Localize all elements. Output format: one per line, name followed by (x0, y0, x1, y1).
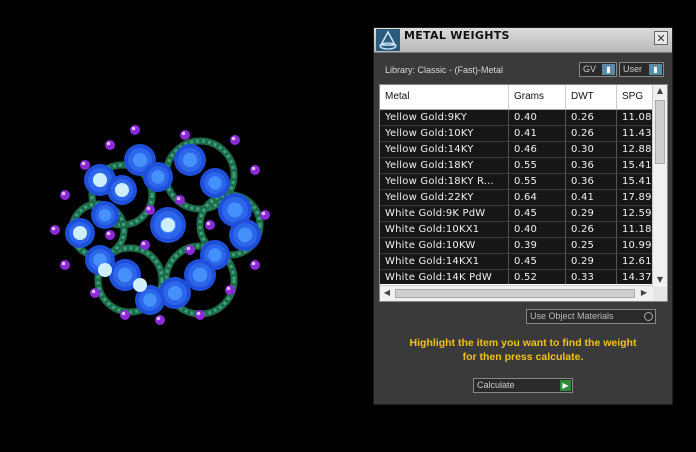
radio-toggle-icon[interactable] (644, 312, 653, 321)
table-row[interactable]: Yellow Gold:10KY 0.41 0.26 11.43 (380, 126, 653, 142)
column-header-grams[interactable]: Grams (509, 85, 566, 109)
cell-grams: 0.55 (509, 158, 566, 173)
cell-metal: Yellow Gold:9KY (380, 110, 509, 125)
3d-viewport[interactable] (0, 0, 372, 452)
column-header-dwt[interactable]: DWT (566, 85, 617, 109)
cell-metal: Yellow Gold:22KY (380, 190, 509, 205)
scale-icon (376, 29, 400, 51)
gv-dropdown-value: GV (583, 64, 597, 74)
use-object-materials-label: Use Object Materials (530, 311, 614, 321)
cell-dwt: 0.36 (566, 174, 617, 189)
cell-spg: 12.88 (617, 142, 653, 157)
cell-metal: White Gold:14K PdW (380, 270, 509, 284)
cell-metal: White Gold:14KX1 (380, 254, 509, 269)
cell-spg: 11.18 (617, 222, 653, 237)
cell-spg: 12.59 (617, 206, 653, 221)
cell-dwt: 0.26 (566, 222, 617, 237)
play-arrow-icon: ▶ (560, 380, 571, 391)
cell-dwt: 0.29 (566, 254, 617, 269)
close-button[interactable]: ✕ (654, 31, 668, 45)
cell-grams: 0.52 (509, 270, 566, 284)
cell-dwt: 0.41 (566, 190, 617, 205)
scrollbar-corner (653, 286, 667, 301)
scroll-right-icon[interactable]: ▶ (637, 288, 651, 297)
cell-spg: 17.89 (617, 190, 653, 205)
cell-grams: 0.46 (509, 142, 566, 157)
cell-spg: 11.08 (617, 110, 653, 125)
cell-grams: 0.45 (509, 254, 566, 269)
table-row[interactable]: White Gold:14KX1 0.45 0.29 12.61 (380, 254, 653, 270)
cell-metal: White Gold:9K PdW (380, 206, 509, 221)
table-row[interactable]: White Gold:10KW 0.39 0.25 10.99 (380, 238, 653, 254)
cell-dwt: 0.26 (566, 126, 617, 141)
cell-grams: 0.45 (509, 206, 566, 221)
vertical-scrollbar[interactable]: ▲ ▼ (652, 85, 667, 285)
table-body: Yellow Gold:9KY 0.40 0.26 11.08 Yellow Gold:… (380, 110, 653, 284)
cell-metal: Yellow Gold:18KY R... (380, 174, 509, 189)
cell-metal: White Gold:10KX1 (380, 222, 509, 237)
instruction-line-2: for then press calculate. (462, 351, 584, 363)
cell-grams: 0.41 (509, 126, 566, 141)
window-title: METAL WEIGHTS (404, 29, 510, 42)
table-row[interactable]: White Gold:9K PdW 0.45 0.29 12.59 (380, 206, 653, 222)
use-object-materials-option[interactable]: Use Object Materials (526, 309, 656, 324)
table-header: Metal Grams DWT SPG (380, 85, 653, 110)
cell-metal: Yellow Gold:10KY (380, 126, 509, 141)
scroll-down-icon[interactable]: ▼ (653, 275, 667, 284)
cell-grams: 0.40 (509, 222, 566, 237)
cell-spg: 10.99 (617, 238, 653, 253)
cell-grams: 0.55 (509, 174, 566, 189)
cell-spg: 12.61 (617, 254, 653, 269)
cell-metal: Yellow Gold:18KY (380, 158, 509, 173)
calculate-label: Calculate (477, 380, 515, 390)
table-row[interactable]: White Gold:10KX1 0.40 0.26 11.18 (380, 222, 653, 238)
scroll-left-icon[interactable]: ◀ (380, 288, 394, 297)
table-row[interactable]: Yellow Gold:9KY 0.40 0.26 11.08 (380, 110, 653, 126)
cell-dwt: 0.25 (566, 238, 617, 253)
cell-grams: 0.39 (509, 238, 566, 253)
instruction-text: Highlight the item you want to find the … (374, 336, 672, 364)
cell-metal: White Gold:10KW (380, 238, 509, 253)
metal-table: Metal Grams DWT SPG Yellow Gold:9KY 0.40 0… (379, 84, 668, 302)
vertical-scroll-thumb[interactable] (655, 100, 665, 164)
cell-spg: 15.41 (617, 158, 653, 173)
table-row[interactable]: Yellow Gold:18KY R... 0.55 0.36 15.41 (380, 174, 653, 190)
column-header-metal[interactable]: Metal (380, 85, 509, 109)
dropdown-toggle-icon: ▮ (602, 64, 615, 75)
table-row[interactable]: White Gold:14K PdW 0.52 0.33 14.37 (380, 270, 653, 284)
table-row[interactable]: Yellow Gold:18KY 0.55 0.36 15.41 (380, 158, 653, 174)
metal-weights-panel: METAL WEIGHTS ✕ Library: Classic - (Fast… (373, 27, 673, 405)
title-bar[interactable]: METAL WEIGHTS ✕ (374, 28, 672, 53)
table-row[interactable]: Yellow Gold:22KY 0.64 0.41 17.89 (380, 190, 653, 206)
horizontal-scroll-thumb[interactable] (395, 289, 635, 298)
cell-dwt: 0.29 (566, 206, 617, 221)
column-header-spg[interactable]: SPG (617, 85, 653, 109)
instruction-line-1: Highlight the item you want to find the … (409, 337, 637, 349)
jewelry-model-render (50, 125, 270, 325)
cell-dwt: 0.30 (566, 142, 617, 157)
table-row[interactable]: Yellow Gold:14KY 0.46 0.30 12.88 (380, 142, 653, 158)
cell-spg: 14.37 (617, 270, 653, 284)
cell-dwt: 0.33 (566, 270, 617, 284)
library-label: Library: Classic - (Fast)-Metal (385, 65, 504, 75)
scroll-up-icon[interactable]: ▲ (653, 86, 667, 95)
horizontal-scrollbar[interactable]: ◀ ▶ (380, 285, 653, 301)
gv-dropdown[interactable]: GV ▮ (579, 62, 617, 77)
cell-metal: Yellow Gold:14KY (380, 142, 509, 157)
cell-spg: 15.41 (617, 174, 653, 189)
user-dropdown[interactable]: User ▮ (619, 62, 664, 77)
cell-dwt: 0.26 (566, 110, 617, 125)
calculate-button[interactable]: Calculate ▶ (473, 378, 573, 393)
cell-grams: 0.40 (509, 110, 566, 125)
cell-grams: 0.64 (509, 190, 566, 205)
dropdown-toggle-icon: ▮ (649, 64, 662, 75)
cell-dwt: 0.36 (566, 158, 617, 173)
user-dropdown-value: User (623, 64, 643, 74)
cell-spg: 11.43 (617, 126, 653, 141)
